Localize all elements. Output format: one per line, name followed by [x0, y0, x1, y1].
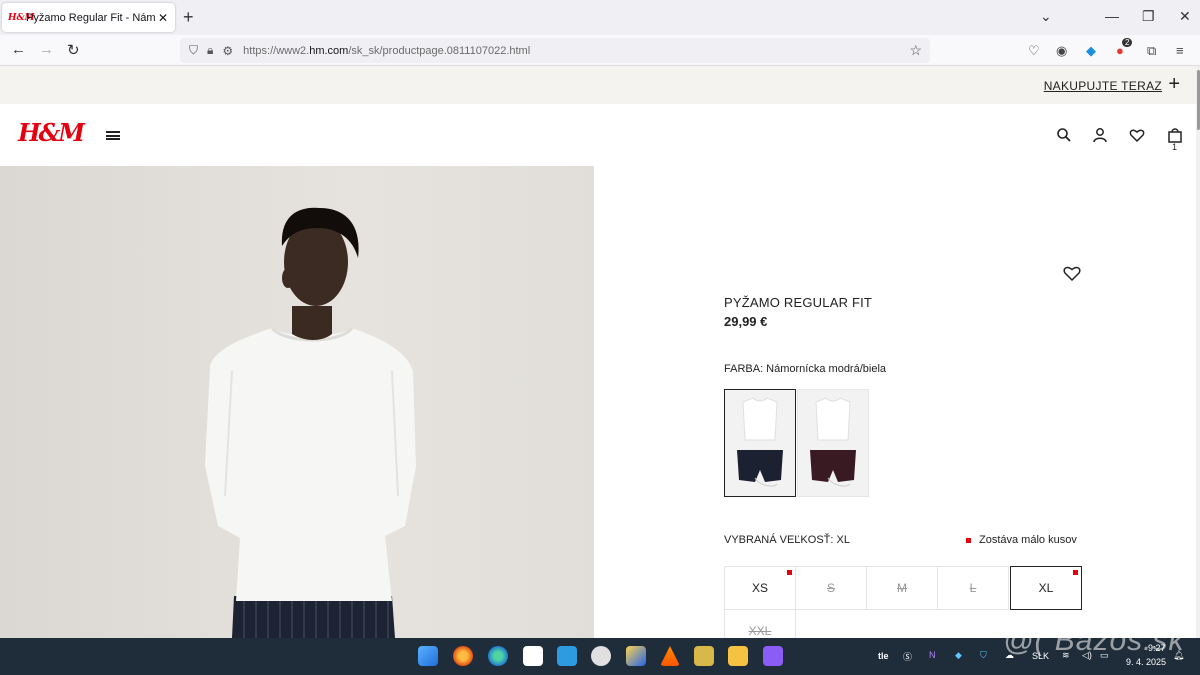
extension-badge: 2 [1122, 38, 1133, 47]
color-swatch-navy-white[interactable] [724, 389, 796, 497]
page-scrollbar[interactable] [1196, 66, 1200, 638]
model-photo-illustration [205, 207, 416, 638]
app-icon[interactable] [626, 646, 646, 666]
store-icon[interactable] [523, 646, 543, 666]
back-icon[interactable]: ← [11, 41, 26, 58]
shopping-bag-icon[interactable] [1167, 127, 1183, 143]
swatch-image-burgundy [810, 397, 856, 487]
menu-icon[interactable]: ≡ [1176, 43, 1184, 58]
restore-button[interactable]: ❐ [1142, 8, 1155, 25]
product-image[interactable] [0, 166, 594, 638]
bookmark-star-icon[interactable]: ☆ [909, 42, 922, 59]
low-stock-indicator [1073, 570, 1078, 575]
tray-app-icon[interactable]: ◆ [955, 650, 962, 661]
list-tabs-chevron-icon[interactable]: ⌄ [1040, 8, 1052, 25]
skype-icon[interactable]: Ⓢ [903, 650, 912, 663]
app-icon[interactable] [763, 646, 783, 666]
start-button-icon[interactable] [418, 646, 438, 666]
app-red-icon[interactable] [591, 646, 611, 666]
search-icon[interactable] [1056, 127, 1072, 143]
defender-icon[interactable]: ⛉ [980, 650, 987, 661]
swatch-image-navy [737, 397, 783, 487]
hm-favicon-icon: H&M [8, 12, 35, 23]
shield-icon[interactable]: ⛉ [189, 43, 198, 58]
shop-now-link[interactable]: NAKUPUJTE TERAZ [1044, 79, 1162, 93]
add-to-wishlist-heart-icon[interactable] [1063, 264, 1081, 282]
favorites-heart-icon[interactable] [1129, 127, 1145, 143]
new-tab-button[interactable]: + [183, 7, 194, 28]
site-header: H&M 1 [0, 104, 1196, 166]
size-option-l[interactable]: L [937, 566, 1009, 610]
tray-label[interactable]: tle [878, 651, 889, 661]
forward-icon[interactable]: → [39, 41, 54, 58]
file-explorer-icon[interactable] [728, 646, 748, 666]
url-text[interactable]: https://www2.hm.com/sk_sk/productpage.08… [243, 45, 530, 57]
stock-note: Zostáva málo kusov [966, 534, 1077, 546]
account-icon[interactable]: ◉ [1056, 43, 1067, 59]
permissions-icon[interactable]: ⚙ [222, 44, 233, 58]
lock-icon[interactable]: 🔒︎ [207, 43, 213, 58]
size-option-m[interactable]: M [866, 566, 938, 610]
browser-nav-bar: ← → ↻ ⛉ 🔒︎ ⚙ https://www2.hm.com/sk_sk/p… [0, 35, 1200, 66]
watermark: @( Bazos.sk [1003, 624, 1185, 657]
expand-plus-icon[interactable]: + [1168, 73, 1180, 96]
low-stock-indicator [787, 570, 792, 575]
promo-banner: NAKUPUJTE TERAZ + [0, 66, 1196, 104]
hm-logo[interactable]: H&M [18, 118, 85, 147]
cart-count: 1 [1172, 142, 1178, 152]
pocket-icon[interactable]: ♡ [1028, 43, 1040, 59]
onenote-icon[interactable]: N [929, 650, 936, 660]
edge-icon[interactable] [488, 646, 508, 666]
address-bar[interactable]: ⛉ 🔒︎ ⚙ https://www2.hm.com/sk_sk/product… [180, 38, 930, 63]
selected-size-label: VYBRANÁ VEĽKOSŤ: XL [724, 534, 850, 546]
reload-icon[interactable]: ↻ [67, 41, 80, 59]
size-option-s[interactable]: S [795, 566, 867, 610]
close-window-button[interactable]: ✕ [1179, 8, 1191, 25]
minimize-button[interactable]: — [1105, 8, 1119, 24]
firefox-icon[interactable] [453, 646, 473, 666]
product-price: 29,99 € [724, 314, 768, 329]
extensions-puzzle-icon[interactable]: ⧉ [1147, 43, 1156, 59]
app-icon[interactable] [557, 646, 577, 666]
size-option-xl[interactable]: XL [1010, 566, 1082, 610]
browser-tab[interactable]: H&M Pyžamo Regular Fit - Námorníc ✕ [2, 3, 175, 32]
account-icon[interactable] [1092, 127, 1108, 143]
color-label: FARBA: Námornícka modrá/biela [724, 363, 887, 375]
hamburger-menu-icon[interactable] [106, 131, 120, 140]
vlc-icon[interactable] [660, 646, 680, 666]
color-swatch-burgundy-white[interactable] [797, 389, 869, 497]
close-tab-icon[interactable]: ✕ [158, 11, 168, 25]
browser-tab-strip: H&M Pyžamo Regular Fit - Námorníc ✕ + ⌄ … [0, 0, 1200, 35]
product-name: PYŽAMO REGULAR FIT [724, 295, 873, 310]
extension-blue-icon[interactable]: ◆ [1086, 43, 1096, 59]
clock-date[interactable]: 9. 4. 2025 [1126, 657, 1166, 667]
size-option-xs[interactable]: XS [724, 566, 796, 610]
low-stock-dot [966, 537, 971, 543]
tab-title: Pyžamo Regular Fit - Námorníc [26, 11, 156, 24]
app-icon[interactable] [694, 646, 714, 666]
